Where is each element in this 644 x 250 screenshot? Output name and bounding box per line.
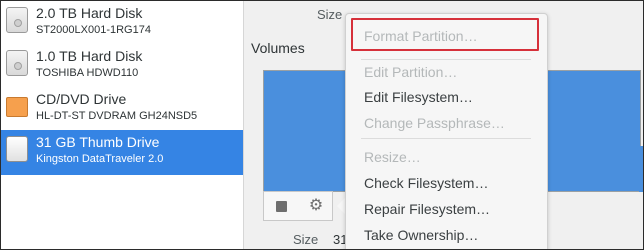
drive-model: HL-DT-ST DVDRAM GH24NSD5: [36, 110, 198, 122]
hard-disk-icon: [6, 7, 28, 33]
volume-bar-edge: [639, 146, 643, 192]
menu-pointer: [337, 198, 345, 214]
menu-item-check-filesystem[interactable]: Check Filesystem…: [364, 175, 488, 191]
drive-name: 2.0 TB Hard Disk: [36, 5, 143, 21]
drive-name: 31 GB Thumb Drive: [36, 134, 160, 150]
stop-icon[interactable]: [276, 201, 287, 212]
menu-item-edit-partition[interactable]: Edit Partition…: [364, 64, 457, 80]
volume-toolbar: ⚙: [263, 191, 333, 221]
menu-item-change-passphrase[interactable]: Change Passphrase…: [364, 115, 505, 131]
drive-item-1tb[interactable]: 1.0 TB Hard Disk TOSHIBA HDWD110: [1, 44, 243, 88]
volumes-heading: Volumes: [251, 40, 305, 56]
gear-icon[interactable]: ⚙: [307, 197, 325, 215]
menu-item-resize[interactable]: Resize…: [364, 149, 421, 165]
menu-item-edit-filesystem[interactable]: Edit Filesystem…: [364, 89, 473, 105]
menu-item-repair-filesystem[interactable]: Repair Filesystem…: [364, 201, 490, 217]
drive-item-thumb-drive[interactable]: 31 GB Thumb Drive Kingston DataTraveler …: [1, 130, 243, 175]
drive-item-cd-dvd[interactable]: CD/DVD Drive HL-DT-ST DVDRAM GH24NSD5: [1, 87, 243, 131]
menu-separator: [361, 59, 531, 60]
drive-name: CD/DVD Drive: [36, 91, 127, 107]
format-partition-highlight: [351, 18, 539, 51]
drive-model: ST2000LX001-1RG174: [36, 24, 151, 36]
optical-drive-icon: [6, 97, 28, 117]
hard-disk-icon: [6, 50, 28, 76]
drive-item-2tb[interactable]: 2.0 TB Hard Disk ST2000LX001-1RG174: [1, 1, 243, 45]
window-frame: 2.0 TB Hard Disk ST2000LX001-1RG174 1.0 …: [0, 0, 644, 250]
drive-model: Kingston DataTraveler 2.0: [36, 153, 164, 165]
drive-model: TOSHIBA HDWD110: [36, 67, 139, 79]
menu-item-take-ownership[interactable]: Take Ownership…: [364, 227, 478, 243]
size-label: Size: [317, 7, 343, 22]
usb-drive-icon: [6, 136, 28, 162]
drive-list: 2.0 TB Hard Disk ST2000LX001-1RG174 1.0 …: [1, 1, 244, 249]
menu-separator: [361, 138, 531, 139]
drive-name: 1.0 TB Hard Disk: [36, 48, 143, 64]
partition-size-label: Size: [293, 232, 319, 247]
